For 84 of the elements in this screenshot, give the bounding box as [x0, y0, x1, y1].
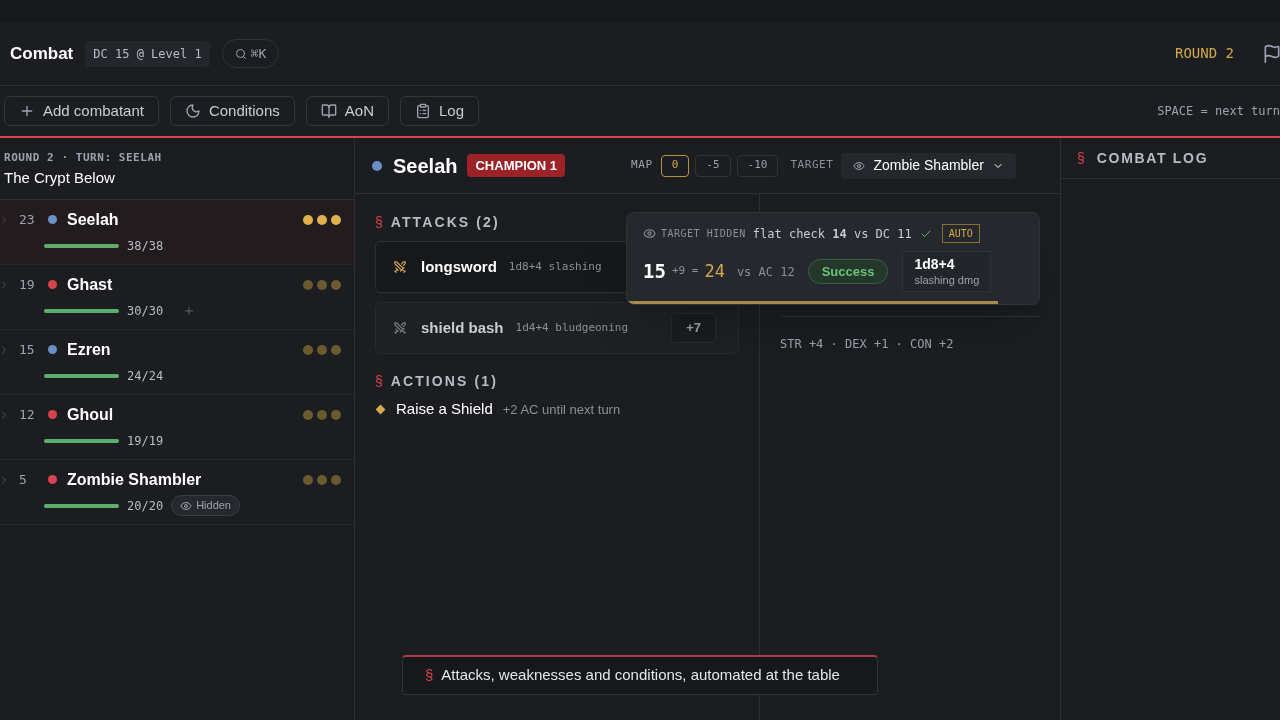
round-label: ROUND 2 [1175, 44, 1234, 63]
action-name: Raise a Shield [396, 399, 493, 419]
eye-icon [180, 499, 193, 512]
hp-value: 20/20 [127, 497, 164, 515]
initiative-value: 19 [19, 275, 36, 294]
toolbar-button[interactable]: Conditions [169, 96, 295, 126]
shortcut-hint: SPACE = next turn [1157, 103, 1280, 120]
attack-bonus[interactable]: +7 [671, 313, 716, 343]
swords-icon [393, 260, 407, 274]
combatant-name: Zombie Shambler [67, 469, 202, 490]
map-option[interactable]: 0 [660, 154, 690, 177]
target-ac: vs AC 12 [736, 263, 795, 281]
action-pips-icon [303, 279, 341, 290]
initiative-value: 15 [19, 340, 36, 359]
action-pips-icon [303, 344, 341, 355]
damage-box[interactable]: 1d8+4 slashing dmg [902, 251, 992, 293]
dc-badge: DC 15 @ Level 1 [85, 40, 210, 67]
turn-status: ROUND 2 · TURN: SEELAH [4, 150, 163, 166]
map-label: MAP [631, 157, 653, 174]
damage-type: slashing dmg [914, 273, 980, 288]
section-heading: ACTIONS (1) [390, 372, 498, 391]
hp-value: 38/38 [127, 237, 164, 255]
action-pips-icon [303, 409, 341, 420]
eye-icon [643, 227, 656, 240]
map-option[interactable]: -5 [695, 154, 731, 177]
section-icon: § [425, 664, 434, 687]
toolbar-button[interactable]: Add combatant [4, 96, 159, 126]
result-badge: Success [807, 258, 889, 285]
hidden-badge: Hidden [171, 495, 240, 516]
hidden-label: TARGET HIDDEN [661, 227, 746, 241]
initiative-value: 23 [19, 210, 36, 229]
plus-icon [19, 103, 35, 119]
combatant-row[interactable]: 23 Seelah 38/38 [0, 200, 354, 265]
initiative-value: 12 [19, 405, 36, 424]
combatant-row[interactable]: 19 Ghast 30/30 [0, 265, 354, 330]
map-option[interactable]: -10 [736, 154, 779, 177]
action-pips-icon [303, 474, 341, 485]
attack-name: shield bash [421, 317, 504, 338]
action-pips-icon [303, 214, 341, 225]
damage-roll: 1d8+4 [914, 256, 956, 274]
eye-icon [853, 159, 866, 172]
die-roll: 15 [643, 259, 666, 285]
combatant-row[interactable]: 12 Ghoul 19/19 [0, 395, 354, 460]
section-icon: § [375, 212, 383, 233]
combatant-row[interactable]: 5 Zombie Shambler 20/20 Hidden [0, 460, 354, 525]
combatant-row[interactable]: 15 Ezren 24/24 [0, 330, 354, 395]
page-title: Combat [10, 42, 74, 65]
attack-damage: 1d8+4 slashing [508, 258, 602, 275]
attack-card[interactable]: shield bash 1d4+4 bludgeoning +7 [375, 302, 739, 354]
ability-scores: STR +4 · DEX +1 · CON +2 [780, 337, 954, 351]
toolbar-button[interactable]: AoN [305, 96, 389, 126]
target-dropdown[interactable]: Zombie Shambler [841, 152, 1016, 179]
book-icon [320, 103, 337, 119]
encounter-name: The Crypt Below [4, 167, 116, 188]
section-icon: § [375, 371, 383, 392]
combatant-name: Ezren [67, 339, 111, 360]
character-name: Seelah [393, 153, 458, 179]
clipboard-icon [415, 103, 431, 119]
target-label: TARGET [790, 157, 834, 174]
add-icon[interactable] [183, 304, 196, 317]
moon-icon [184, 103, 201, 119]
initiative-value: 5 [19, 470, 28, 489]
hp-value: 24/24 [127, 367, 164, 385]
combatant-name: Ghoul [67, 404, 114, 425]
auto-badge: AUTO [941, 224, 980, 243]
attack-damage: 1d4+4 bludgeoning [515, 319, 629, 336]
section-icon: § [1077, 147, 1085, 169]
action-note: +2 AC until next turn [502, 400, 621, 419]
section-heading: ATTACKS (2) [390, 213, 500, 232]
swords-icon [393, 321, 407, 335]
toast-message: Attacks, weaknesses and conditions, automated at the table [441, 665, 840, 686]
combatant-name: Ghast [67, 274, 113, 295]
toolbar-button[interactable]: Log [400, 96, 479, 126]
hp-value: 30/30 [127, 302, 164, 320]
combat-log-title: COMBAT LOG [1096, 148, 1209, 168]
roll-modifier: +9 = [671, 263, 699, 280]
flag-icon[interactable] [1262, 43, 1280, 64]
combatant-name: Seelah [67, 209, 119, 230]
roll-total: 24 [704, 259, 725, 283]
attack-name: longsword [421, 256, 497, 277]
flat-check: flat check 14 vs DC 11 [752, 225, 912, 243]
search-icon [234, 47, 247, 60]
hp-value: 19/19 [127, 432, 164, 450]
class-badge: CHAMPION 1 [467, 153, 566, 178]
